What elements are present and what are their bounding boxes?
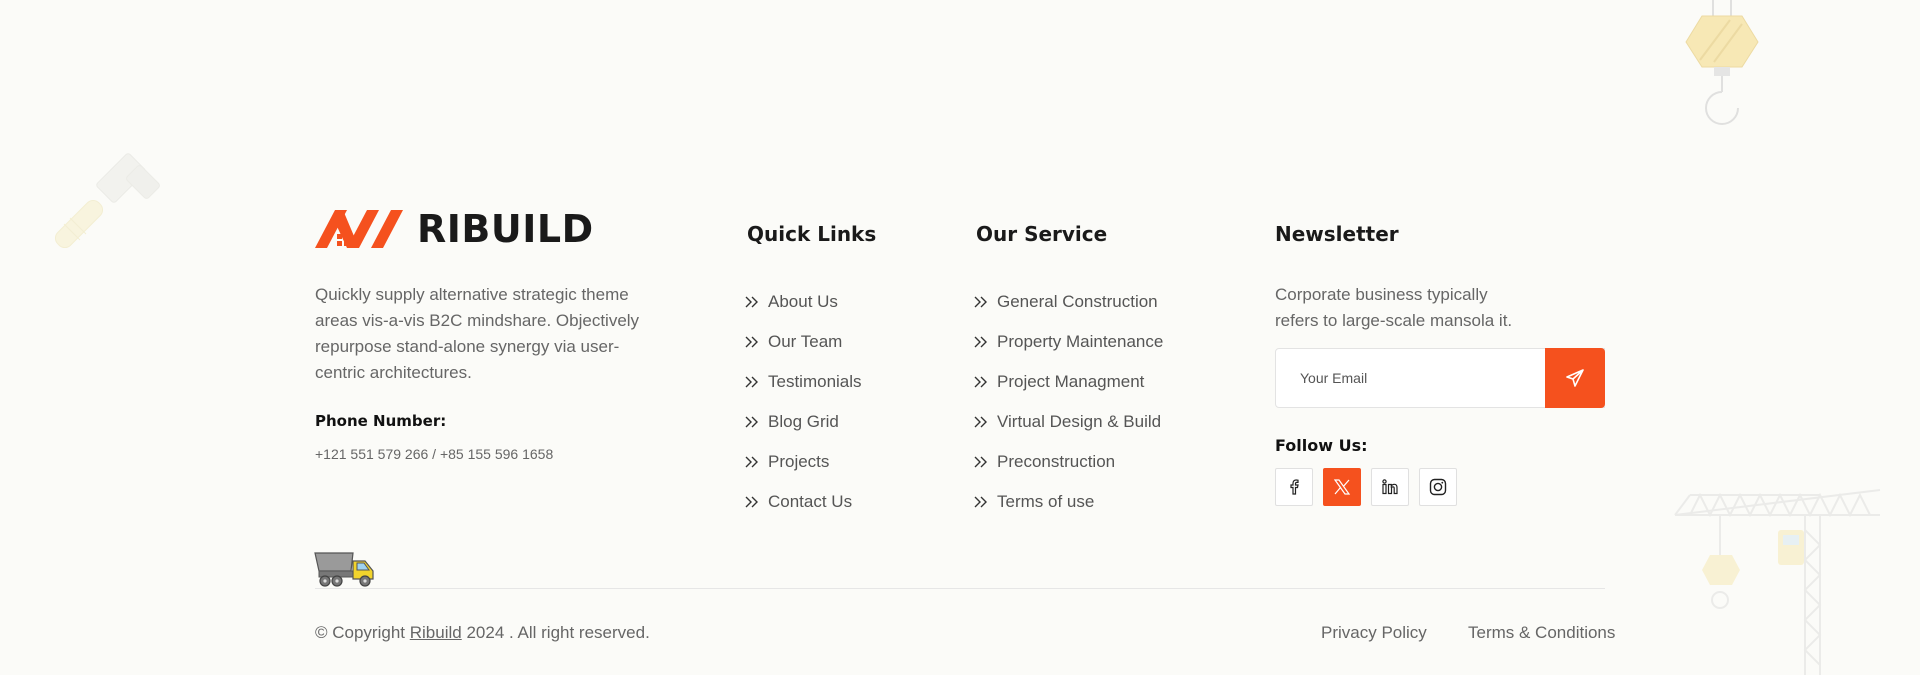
quick-link-our-team[interactable]: Our Team [745, 322, 862, 362]
double-chevron-right-icon [974, 376, 987, 388]
quick-links-heading: Quick Links [747, 222, 877, 246]
dump-truck-icon [314, 552, 374, 587]
copyright-brand-link[interactable]: Ribuild [410, 623, 462, 642]
service-link-label: Property Maintenance [997, 332, 1164, 351]
x-twitter-icon [1333, 479, 1351, 495]
service-link-property-maintenance[interactable]: Property Maintenance [974, 322, 1163, 362]
quick-link-label: Projects [768, 452, 830, 471]
service-link-label: Preconstruction [997, 452, 1116, 471]
copyright-text: © Copyright Ribuild 2024 . All right res… [315, 623, 650, 643]
double-chevron-right-icon [745, 456, 758, 468]
quick-link-label: Blog Grid [768, 412, 839, 431]
double-chevron-right-icon [745, 336, 758, 348]
email-input[interactable] [1276, 349, 1536, 407]
terms-conditions-link[interactable]: Terms & Conditions [1468, 623, 1615, 643]
quick-link-about-us[interactable]: About Us [745, 282, 862, 322]
facebook-link[interactable] [1275, 468, 1313, 506]
double-chevron-right-icon [974, 456, 987, 468]
services-list: General Construction Property Maintenanc… [974, 282, 1163, 522]
instagram-icon [1429, 478, 1447, 496]
footer-divider [315, 588, 1605, 589]
quick-link-label: Our Team [768, 332, 843, 351]
linkedin-link[interactable] [1371, 468, 1409, 506]
phone-value: +121 551 579 266 / +85 155 596 1658 [315, 446, 554, 462]
linkedin-icon [1382, 479, 1398, 495]
about-description: Quickly supply alternative strategic the… [315, 285, 640, 382]
follow-us-heading: Follow Us: [1275, 436, 1368, 455]
tower-crane-illustration [1674, 489, 1881, 675]
social-links [1275, 468, 1457, 506]
double-chevron-right-icon [745, 376, 758, 388]
double-chevron-right-icon [974, 336, 987, 348]
phone-heading: Phone Number: [315, 412, 447, 430]
double-chevron-right-icon [745, 296, 758, 308]
copyright-suffix: 2024 . All right reserved. [466, 623, 650, 642]
house-roof-icon [315, 210, 403, 248]
double-chevron-right-icon [745, 496, 758, 508]
service-link-project-managment[interactable]: Project Managment [974, 362, 1163, 402]
service-link-terms-of-use[interactable]: Terms of use [974, 482, 1163, 522]
double-chevron-right-icon [745, 416, 758, 428]
newsletter-heading: Newsletter [1275, 222, 1399, 246]
quick-link-testimonials[interactable]: Testimonials [745, 362, 862, 402]
service-link-label: Terms of use [997, 492, 1095, 511]
service-link-label: Virtual Design & Build [997, 412, 1162, 431]
double-chevron-right-icon [974, 296, 987, 308]
quick-link-blog-grid[interactable]: Blog Grid [745, 402, 862, 442]
x-twitter-link[interactable] [1323, 468, 1361, 506]
double-chevron-right-icon [974, 496, 987, 508]
quick-link-projects[interactable]: Projects [745, 442, 862, 482]
service-link-label: General Construction [997, 292, 1158, 311]
double-chevron-right-icon [974, 416, 987, 428]
hammer-illustration [54, 153, 160, 249]
quick-link-contact-us[interactable]: Contact Us [745, 482, 862, 522]
brand-name: RIBUILD [417, 207, 594, 251]
quick-link-label: Contact Us [768, 492, 853, 511]
quick-links-list: About Us Our Team Testimonials Blog Grid… [745, 282, 862, 522]
instagram-link[interactable] [1419, 468, 1457, 506]
newsletter-description: Corporate business typically refers to l… [1275, 285, 1513, 330]
services-heading: Our Service [976, 222, 1108, 246]
quick-link-label: About Us [768, 292, 838, 311]
service-link-virtual-design[interactable]: Virtual Design & Build [974, 402, 1163, 442]
newsletter-submit-button[interactable] [1545, 348, 1605, 408]
service-link-general-construction[interactable]: General Construction [974, 282, 1163, 322]
brand-logo[interactable]: RIBUILD [315, 210, 594, 248]
facebook-icon [1290, 479, 1299, 495]
crane-hook-illustration [1685, 0, 1759, 125]
copyright-prefix: © Copyright [315, 623, 406, 642]
send-icon [1566, 369, 1584, 387]
quick-link-label: Testimonials [768, 372, 862, 391]
privacy-policy-link[interactable]: Privacy Policy [1321, 623, 1427, 643]
service-link-label: Project Managment [997, 372, 1145, 391]
service-link-preconstruction[interactable]: Preconstruction [974, 442, 1163, 482]
